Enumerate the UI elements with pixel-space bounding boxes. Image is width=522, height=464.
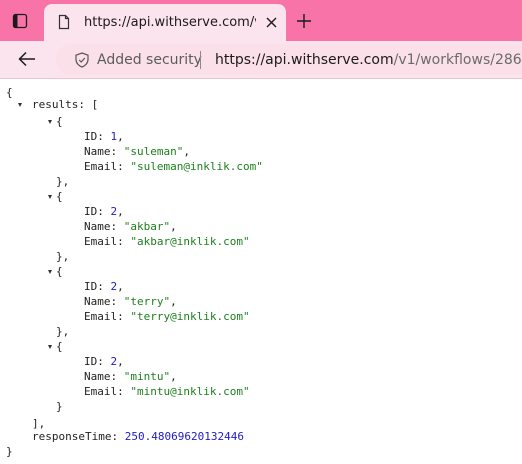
tab-title: https://api.withserve.com/v1/wo — [84, 15, 256, 30]
result-id-value: 2 — [110, 355, 118, 368]
result-email-value: "mintu@inklik.com" — [130, 385, 250, 398]
result-id-value: 2 — [110, 205, 118, 218]
response-time-value: 250.48069620132446 — [124, 430, 244, 443]
result-id-key: ID — [84, 205, 98, 218]
results-key: results — [32, 98, 79, 111]
result-open-brace: { — [56, 190, 63, 203]
result-email-key: Email — [84, 310, 118, 323]
triangle-down-icon — [48, 120, 52, 124]
result-email-line: Email: "terry@inklik.com" — [84, 310, 250, 323]
result-toggle[interactable] — [45, 114, 55, 130]
result-email-line: Email: "akbar@inklik.com" — [84, 235, 250, 248]
triangle-down-icon — [48, 270, 52, 274]
json-viewer: { results: [ { ID: 1, Name: "suleman", Emai… — [0, 78, 522, 464]
result-close-brace: }, — [56, 250, 70, 263]
url-host: https://api.withserve.com — [215, 52, 394, 68]
result-name-key: Name — [84, 145, 111, 158]
address-divider — [200, 51, 201, 69]
result-name-value: "terry" — [123, 295, 171, 308]
address-bar[interactable]: Added security https://api.withserve.com… — [56, 44, 522, 75]
result-name-key: Name — [84, 220, 111, 233]
result-name-value: "akbar" — [123, 220, 171, 233]
result-name-value: "suleman" — [123, 145, 184, 158]
result-open-brace: { — [56, 340, 63, 353]
result-open-brace: { — [56, 265, 63, 278]
result-id-key: ID — [84, 355, 98, 368]
result-name-line: Name: "terry", — [84, 295, 177, 308]
back-arrow-icon — [18, 51, 35, 67]
result-email-key: Email — [84, 385, 118, 398]
result-close-brace: } — [56, 400, 63, 413]
result-email-value: "akbar@inklik.com" — [130, 235, 250, 248]
result-email-line: Email: "mintu@inklik.com" — [84, 385, 250, 398]
results-toggle[interactable] — [15, 97, 25, 113]
result-email-value: "terry@inklik.com" — [130, 310, 250, 323]
result-toggle[interactable] — [45, 189, 55, 205]
result-id-key: ID — [84, 280, 98, 293]
result-name-value: "mintu" — [123, 370, 171, 383]
response-time-key: responseTime — [32, 430, 112, 443]
back-button[interactable] — [16, 49, 38, 69]
json-open-brace: { — [6, 86, 13, 99]
result-name-line: Name: "suleman", — [84, 145, 190, 158]
result-name-key: Name — [84, 295, 111, 308]
result-name-line: Name: "akbar", — [84, 220, 177, 233]
result-id-line: ID: 2, — [84, 280, 124, 293]
json-close-brace: } — [6, 445, 13, 458]
results-line: results: [ — [32, 98, 99, 111]
shield-icon[interactable] — [74, 52, 90, 68]
active-tab[interactable]: https://api.withserve.com/v1/wo — [44, 4, 286, 41]
tab-actions-button[interactable] — [8, 9, 32, 33]
response-time-line: responseTime: 250.48069620132446 — [32, 430, 244, 443]
tab-close-button[interactable] — [262, 13, 280, 31]
result-close-brace: }, — [56, 325, 70, 338]
triangle-down-icon — [48, 195, 52, 199]
url-path: /v1/workflows/2868c67c — [393, 52, 522, 68]
result-id-line: ID: 2, — [84, 355, 124, 368]
results-open-bracket: [ — [91, 98, 99, 111]
result-email-value: "suleman@inklik.com" — [130, 160, 263, 173]
tab-strip: https://api.withserve.com/v1/wo — [0, 0, 522, 41]
plus-icon — [297, 14, 311, 28]
result-id-key: ID — [84, 130, 98, 143]
security-label[interactable]: Added security — [97, 51, 202, 69]
result-email-key: Email — [84, 235, 118, 248]
result-email-key: Email — [84, 160, 118, 173]
result-open-brace: { — [56, 115, 63, 128]
result-name-key: Name — [84, 370, 111, 383]
result-id-value: 2 — [110, 280, 118, 293]
triangle-down-icon — [18, 103, 22, 107]
result-toggle[interactable] — [45, 264, 55, 280]
url-text[interactable]: https://api.withserve.com/v1/workflows/2… — [215, 51, 522, 69]
page-icon — [58, 14, 70, 30]
triangle-down-icon — [48, 345, 52, 349]
result-email-line: Email: "suleman@inklik.com" — [84, 160, 263, 173]
result-id-line: ID: 1, — [84, 130, 124, 143]
toolbar: Added security https://api.withserve.com… — [0, 41, 522, 79]
result-name-line: Name: "mintu", — [84, 370, 177, 383]
result-id-line: ID: 2, — [84, 205, 124, 218]
result-id-value: 1 — [110, 130, 118, 143]
result-toggle[interactable] — [45, 339, 55, 355]
close-icon — [266, 17, 276, 27]
result-close-brace: }, — [56, 175, 70, 188]
new-tab-button[interactable] — [294, 11, 314, 31]
tab-actions-icon — [12, 13, 28, 29]
